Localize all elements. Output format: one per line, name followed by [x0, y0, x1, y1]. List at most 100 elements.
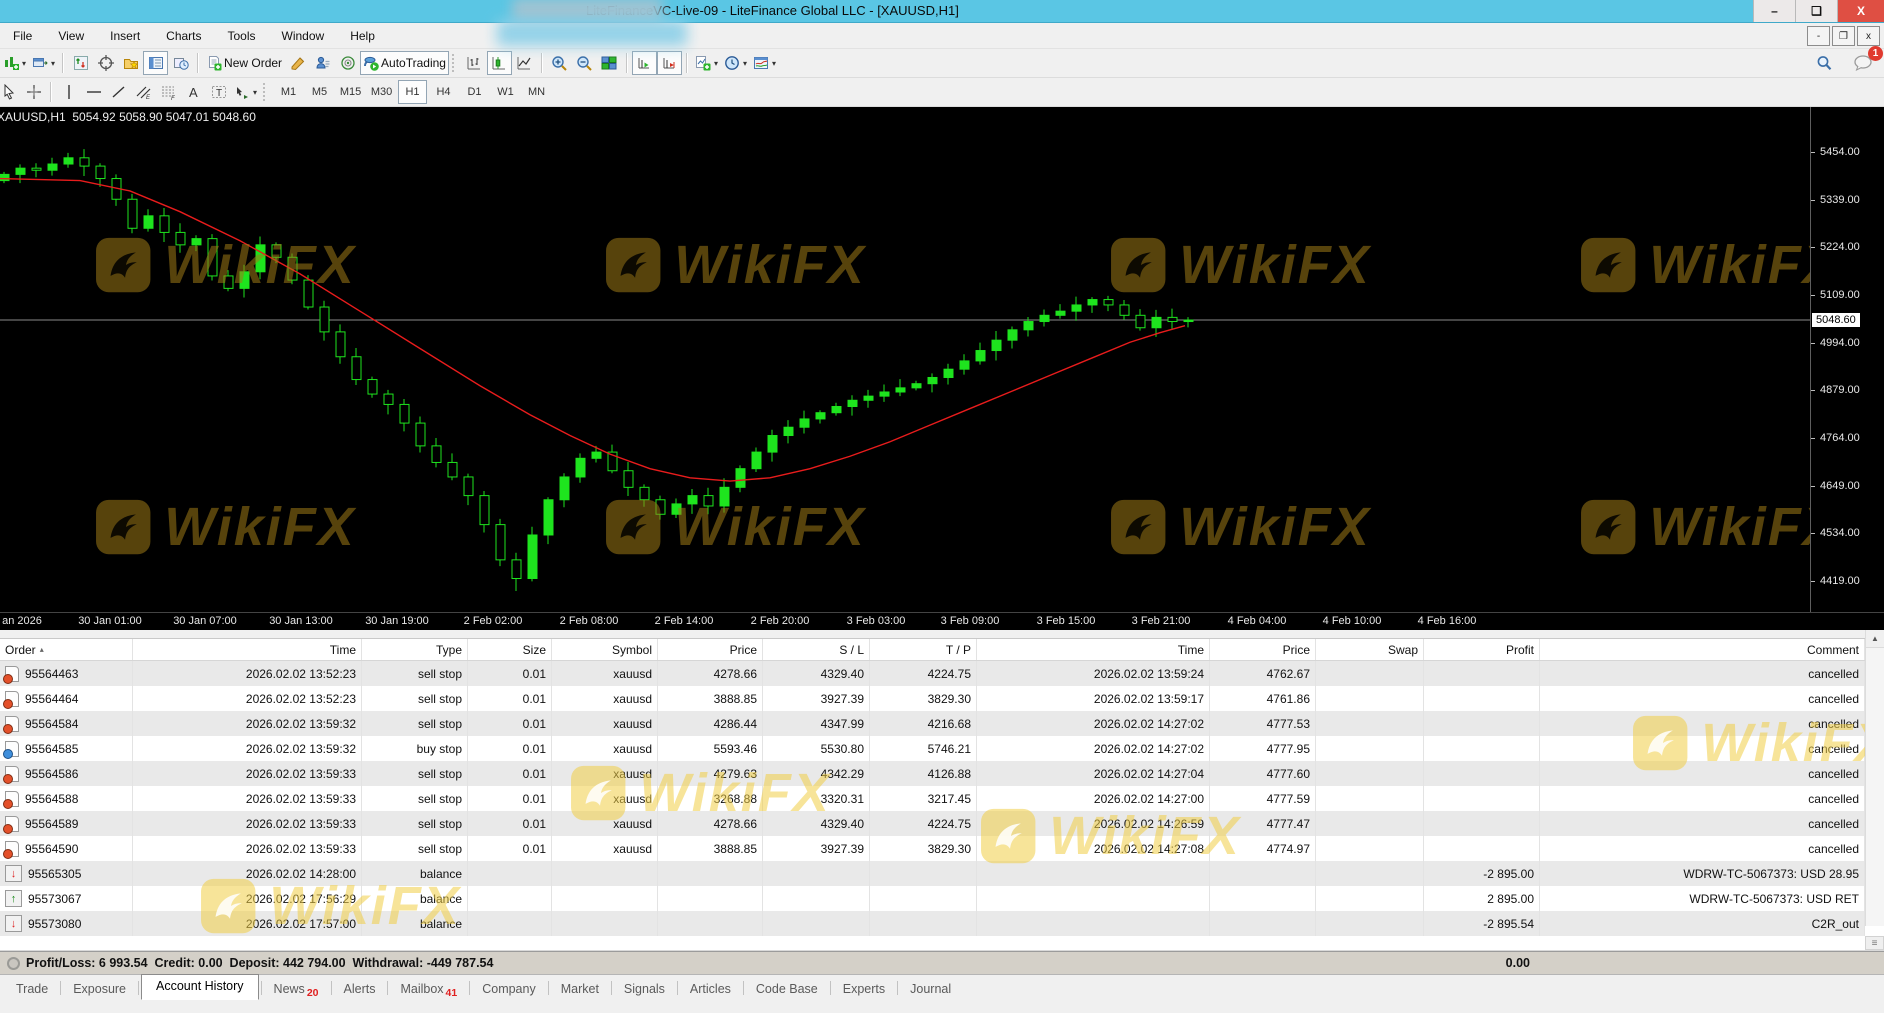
timeframe-h4[interactable]: H4	[429, 80, 458, 104]
vertical-line-button[interactable]	[56, 80, 81, 104]
market-watch-button[interactable]	[68, 51, 93, 75]
close-button[interactable]: X	[1837, 0, 1884, 22]
tab-trade[interactable]: Trade	[6, 978, 58, 1001]
tab-experts[interactable]: Experts	[833, 978, 895, 1001]
column-header-price-5[interactable]: Price	[658, 639, 763, 660]
tab-market[interactable]: Market	[551, 978, 609, 1001]
tab-company[interactable]: Company	[472, 978, 546, 1001]
timeframe-w1[interactable]: W1	[491, 80, 520, 104]
timeframe-m15[interactable]: M15	[336, 80, 365, 104]
tab-journal[interactable]: Journal	[900, 978, 961, 1001]
tab-signals[interactable]: Signals	[614, 978, 675, 1001]
table-row[interactable]: 955644632026.02.02 13:52:23sell stop0.01…	[0, 661, 1865, 686]
table-row[interactable]: 955645862026.02.02 13:59:33sell stop0.01…	[0, 761, 1865, 786]
menu-insert[interactable]: Insert	[97, 29, 153, 43]
auto-scroll-button[interactable]	[632, 51, 657, 75]
column-header-type-2[interactable]: Type	[362, 639, 468, 660]
autotrading-button[interactable]: AutoTrading	[360, 51, 449, 75]
zoom-in-button[interactable]	[547, 51, 572, 75]
timeframe-m30[interactable]: M30	[367, 80, 396, 104]
templates-button[interactable]: ▾	[750, 51, 779, 75]
new-chart-button[interactable]: ▾	[0, 51, 29, 75]
chart-profiles-button[interactable]: ▾	[29, 51, 58, 75]
menu-window[interactable]: Window	[269, 29, 338, 43]
text-label-button[interactable]: T	[206, 80, 231, 104]
strategy-tester-button[interactable]	[168, 51, 193, 75]
table-row[interactable]: 955645882026.02.02 13:59:33sell stop0.01…	[0, 786, 1865, 811]
column-header-tp-7[interactable]: T / P	[870, 639, 977, 660]
search-button[interactable]	[1812, 51, 1836, 75]
text-button[interactable]: A	[181, 80, 206, 104]
tile-windows-button[interactable]	[597, 51, 622, 75]
menu-file[interactable]: File	[0, 29, 45, 43]
table-row[interactable]: 955645842026.02.02 13:59:32sell stop0.01…	[0, 711, 1865, 736]
maximize-button[interactable]: ❑	[1795, 0, 1837, 22]
table-row[interactable]: 955645852026.02.02 13:59:32buy stop0.01x…	[0, 736, 1865, 761]
time-axis[interactable]: an 202630 Jan 01:0030 Jan 07:0030 Jan 13…	[0, 612, 1884, 630]
new-order-button[interactable]: New Order	[203, 51, 285, 75]
column-header-comment-12[interactable]: Comment	[1540, 639, 1865, 660]
column-header-order-0[interactable]: Order▴	[0, 639, 133, 660]
arrows-button[interactable]: ▾	[231, 80, 260, 104]
menu-tools[interactable]: Tools	[215, 29, 269, 43]
timeframe-mn[interactable]: MN	[522, 80, 551, 104]
table-row[interactable]: ↓955730802026.02.02 17:57:00balance-2 89…	[0, 911, 1865, 936]
trendline-button[interactable]	[106, 80, 131, 104]
table-scrollbar[interactable]: ▲	[1865, 630, 1884, 926]
tab-exposure[interactable]: Exposure	[63, 978, 136, 1001]
chart-plot[interactable]: XAUUSD,H1 5054.92 5058.90 5047.01 5048.6…	[0, 107, 1810, 612]
timeframe-h1[interactable]: H1	[398, 80, 427, 104]
mdi-close-button[interactable]: x	[1857, 26, 1880, 46]
tab-alerts[interactable]: Alerts	[334, 978, 386, 1001]
table-row[interactable]: 955645902026.02.02 13:59:33sell stop0.01…	[0, 836, 1865, 861]
menu-charts[interactable]: Charts	[153, 29, 214, 43]
price-axis[interactable]: 5048.60 5454.005339.005224.005109.004994…	[1810, 107, 1884, 612]
metaeditor-button[interactable]	[285, 51, 310, 75]
column-header-symbol-4[interactable]: Symbol	[552, 639, 658, 660]
indicators-button[interactable]: ▾	[692, 51, 721, 75]
equidistant-channel-button[interactable]: E	[131, 80, 156, 104]
column-header-sl-6[interactable]: S / L	[763, 639, 870, 660]
depth-of-market-button[interactable]	[335, 51, 360, 75]
menu-help[interactable]: Help	[337, 29, 388, 43]
horizontal-line-button[interactable]	[81, 80, 106, 104]
timeframe-d1[interactable]: D1	[460, 80, 489, 104]
crosshair-button[interactable]	[21, 80, 46, 104]
table-header[interactable]: Order▴TimeTypeSizeSymbolPriceS / LT / PT…	[0, 639, 1884, 661]
minimize-button[interactable]: –	[1753, 0, 1795, 22]
timeframe-m1[interactable]: M1	[274, 80, 303, 104]
data-window-button[interactable]	[93, 51, 118, 75]
scrollbar-grip-icon[interactable]: ≡	[1865, 936, 1884, 950]
chart-shift-button[interactable]	[657, 51, 682, 75]
table-row[interactable]: ↑955730672026.02.02 17:56:29balance2 895…	[0, 886, 1865, 911]
column-header-time-1[interactable]: Time	[133, 639, 362, 660]
terminal-button[interactable]	[143, 51, 168, 75]
navigator-button[interactable]	[118, 51, 143, 75]
tab-mailbox[interactable]: Mailbox41	[390, 978, 467, 1001]
cursor-button[interactable]	[0, 80, 21, 104]
metaquotes-community-button[interactable]	[310, 51, 335, 75]
chat-button[interactable]: 1	[1850, 51, 1876, 75]
menu-view[interactable]: View	[45, 29, 97, 43]
tab-news[interactable]: News20	[264, 978, 329, 1001]
periods-button[interactable]: ▾	[721, 51, 750, 75]
column-header-swap-10[interactable]: Swap	[1316, 639, 1424, 660]
column-header-profit-11[interactable]: Profit	[1424, 639, 1540, 660]
column-header-time-8[interactable]: Time	[977, 639, 1210, 660]
column-header-size-3[interactable]: Size	[468, 639, 552, 660]
table-row[interactable]: 955644642026.02.02 13:52:23sell stop0.01…	[0, 686, 1865, 711]
mdi-restore-button[interactable]: ❐	[1832, 26, 1855, 46]
tab-account-history[interactable]: Account History	[141, 974, 259, 1000]
timeframe-m5[interactable]: M5	[305, 80, 334, 104]
line-chart-button[interactable]	[512, 51, 537, 75]
candlestick-chart-button[interactable]	[487, 51, 512, 75]
chart-area[interactable]: XAUUSD,H1 5054.92 5058.90 5047.01 5048.6…	[0, 107, 1884, 612]
mdi-minimize-button[interactable]: -	[1807, 26, 1830, 46]
zoom-out-button[interactable]	[572, 51, 597, 75]
tab-code-base[interactable]: Code Base	[746, 978, 828, 1001]
tab-articles[interactable]: Articles	[680, 978, 741, 1001]
table-row[interactable]: ↓955653052026.02.02 14:28:00balance-2 89…	[0, 861, 1865, 886]
bar-chart-button[interactable]	[462, 51, 487, 75]
column-header-price-9[interactable]: Price	[1210, 639, 1316, 660]
fibonacci-button[interactable]: F	[156, 80, 181, 104]
